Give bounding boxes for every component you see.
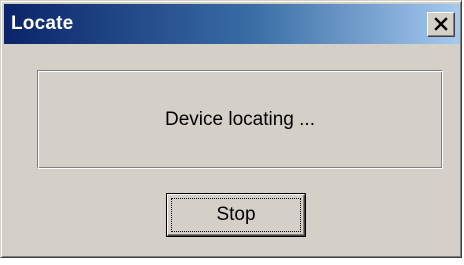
stop-button[interactable]: Stop [166, 193, 306, 237]
stop-button-label: Stop [216, 204, 256, 225]
window-title: Locate [11, 13, 74, 34]
close-button[interactable] [427, 12, 455, 37]
locate-dialog: Locate Device locating ... Stop [0, 0, 462, 258]
status-message: Device locating ... [165, 109, 315, 130]
title-bar[interactable]: Locate [4, 4, 460, 44]
status-panel: Device locating ... [37, 70, 443, 169]
close-icon [434, 17, 448, 31]
